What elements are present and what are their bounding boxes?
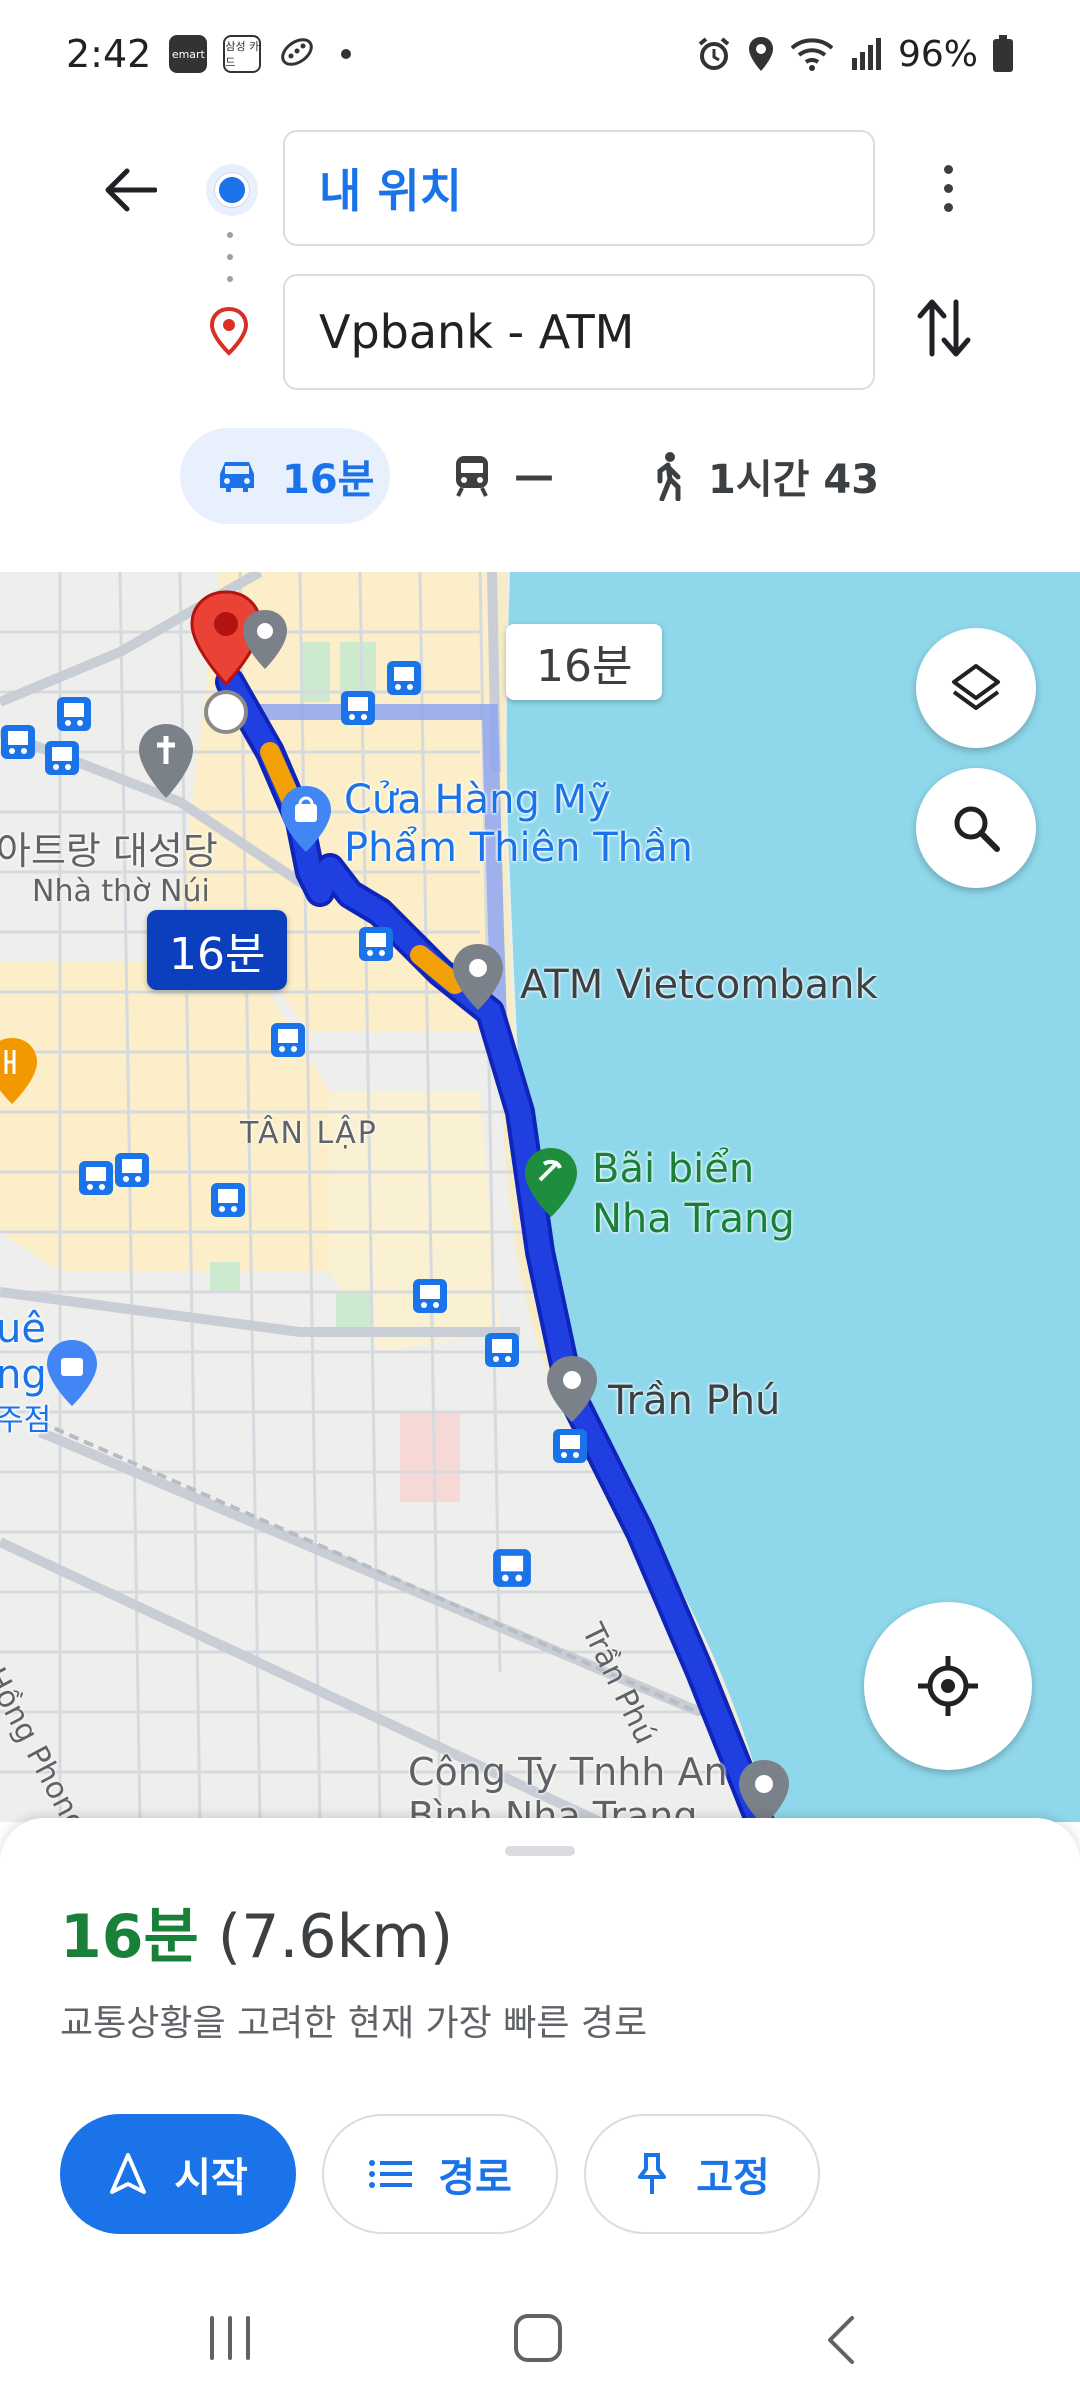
route-duration: 16분	[60, 1902, 199, 1972]
origin-input[interactable]: 내 위치	[283, 130, 875, 246]
car-icon	[220, 462, 254, 492]
company-label: Công Ty Tnhh An Bình Nha Trang	[408, 1750, 728, 1822]
location-status-icon	[746, 35, 776, 73]
my-location-button[interactable]	[864, 1602, 1032, 1770]
bus-stop-icon[interactable]	[484, 1332, 520, 1372]
wifi-icon	[790, 36, 834, 72]
recent-apps-button[interactable]	[210, 2316, 250, 2360]
grey-poi-pin-icon[interactable]	[240, 608, 290, 676]
crosshair-icon	[918, 1656, 978, 1716]
status-bar: 2:42 emart 삼성 카드 96%	[0, 0, 1080, 108]
map-view[interactable]: Cửa Hàng Mỹ Phẩm Thiên Thần 아트랑 대성당 Nhà t…	[0, 572, 1080, 1822]
bus-stop-icon[interactable]	[56, 696, 92, 736]
atm-pin-icon[interactable]	[450, 942, 506, 1018]
church-label-kr: 아트랑 대성당	[0, 829, 218, 873]
bus-stop-icon[interactable]	[358, 926, 394, 966]
search-icon	[954, 806, 1000, 852]
route-summary-sheet: 16분 (7.6km) 교통상황을 고려한 현재 가장 빠른 경로 시작 경로 …	[0, 1818, 1080, 2278]
bus-stop-icon[interactable]	[114, 1152, 150, 1192]
destination-input[interactable]: Vpbank - ATM	[283, 274, 875, 390]
bus-stop-icon[interactable]	[44, 740, 80, 780]
bus-stop-icon[interactable]	[0, 724, 36, 764]
tab-drive[interactable]: 16분	[180, 428, 390, 524]
route-distance: (7.6km)	[217, 1902, 454, 1972]
walking-icon	[657, 452, 681, 501]
restaurant-pin-icon[interactable]	[0, 1036, 40, 1110]
bus-stop-icon[interactable]	[78, 1160, 114, 1200]
shoe-notification-icon	[277, 32, 317, 76]
pin-button[interactable]: 고정	[584, 2114, 820, 2234]
layers-icon	[952, 664, 1000, 710]
atm-label: ATM Vietcombank	[520, 962, 878, 1008]
more-options-button[interactable]	[918, 158, 978, 218]
drag-handle[interactable]	[505, 1846, 575, 1856]
emart-notification-icon: emart	[169, 35, 208, 73]
bus-stop-icon[interactable]	[210, 1182, 246, 1222]
list-icon	[369, 2160, 413, 2188]
chevron-left-icon	[828, 2316, 854, 2364]
notification-icons: emart 삼성 카드	[169, 32, 352, 76]
shopping-pin-icon[interactable]	[278, 784, 334, 858]
steps-button[interactable]: 경로	[322, 2114, 558, 2234]
route-summary: 16분 (7.6km)	[60, 1888, 453, 1975]
transit-time: —	[514, 453, 554, 499]
alarm-icon	[696, 36, 732, 72]
bus-stop-icon[interactable]	[340, 690, 376, 730]
layers-button[interactable]	[916, 628, 1036, 748]
route-time-chip[interactable]: 16분	[147, 910, 288, 990]
samsung-card-notification-icon: 삼성 카드	[223, 35, 262, 73]
origin-location-icon	[206, 164, 258, 216]
swap-arrows-icon	[917, 299, 971, 357]
search-along-route-button[interactable]	[916, 768, 1036, 888]
home-button[interactable]	[514, 2314, 562, 2362]
bus-stop-icon[interactable]	[552, 1428, 588, 1468]
company-pin-icon[interactable]	[736, 1758, 792, 1822]
battery-icon	[992, 35, 1014, 73]
beach-pin-icon[interactable]	[522, 1146, 580, 1224]
start-button[interactable]: 시작	[60, 2114, 296, 2234]
signal-icon	[848, 36, 884, 72]
left-place-label: uê ng 주점	[0, 1306, 52, 1438]
route-connector-dots	[226, 232, 234, 282]
more-notifications-dot	[341, 49, 352, 59]
shop-left-pin-icon[interactable]	[44, 1338, 100, 1412]
train-icon	[456, 456, 488, 497]
tran-phu-label: Trần Phú	[608, 1378, 781, 1424]
drive-time: 16분	[282, 457, 375, 503]
bus-stop-icon[interactable]	[492, 1548, 532, 1592]
swap-directions-button[interactable]	[916, 296, 972, 364]
route-description: 교통상황을 고려한 현재 가장 빠른 경로	[60, 2003, 648, 2044]
tab-walk[interactable]: 1시간 43	[650, 428, 879, 524]
system-back-button[interactable]	[826, 2314, 856, 2370]
travel-mode-tabs: 16분 — 1시간 43	[0, 428, 1080, 528]
arrow-left-icon	[105, 168, 157, 212]
battery-percent: 96%	[897, 33, 978, 75]
tab-transit[interactable]: —	[452, 428, 554, 524]
destination-pin-icon	[208, 306, 250, 360]
tran-phu-pin-icon[interactable]	[544, 1354, 600, 1430]
beach-label: Bãi biển Nha Trang	[592, 1146, 795, 1242]
system-nav-bar	[0, 2278, 1080, 2400]
shop-label: Cửa Hàng Mỹ Phẩm Thiên Thần	[344, 777, 693, 871]
area-label: TÂN LẬP	[240, 1116, 378, 1151]
status-time: 2:42	[66, 32, 152, 76]
bus-stop-icon[interactable]	[386, 660, 422, 700]
church-label-vn: Nhà thờ Núi	[32, 874, 210, 909]
pushpin-icon	[638, 2153, 667, 2194]
bus-stop-icon[interactable]	[412, 1278, 448, 1318]
walk-time: 1시간 43	[708, 457, 880, 503]
church-pin-icon[interactable]	[136, 722, 196, 806]
bus-stop-icon[interactable]	[270, 1022, 306, 1062]
alt-route-time-chip[interactable]: 16분	[506, 624, 663, 700]
navigation-arrow-icon	[110, 2153, 147, 2194]
back-button[interactable]	[98, 158, 162, 222]
